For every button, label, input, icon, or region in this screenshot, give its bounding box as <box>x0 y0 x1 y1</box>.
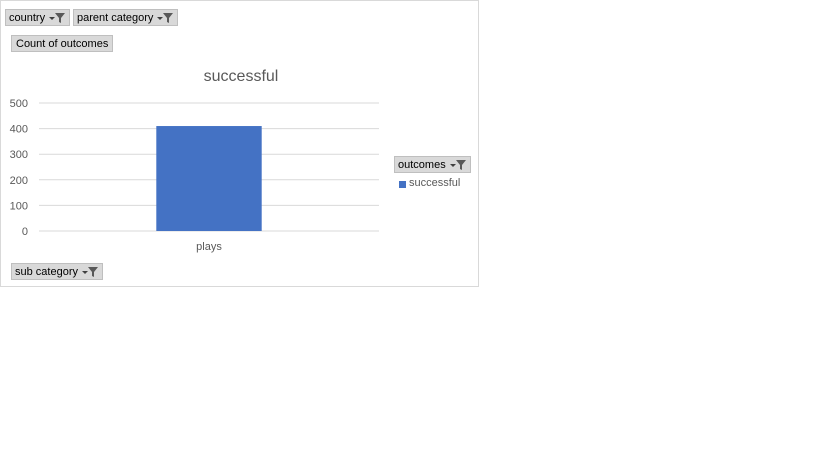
sub-category-filter-label: sub category <box>15 265 78 278</box>
y-tick-label: 0 <box>22 226 28 238</box>
sub-category-filter-button[interactable]: sub category <box>11 263 103 280</box>
x-tick-label: plays <box>196 241 222 253</box>
pivot-chart-area: country parent category Count of outcome… <box>0 0 479 287</box>
y-tick-label: 200 <box>10 175 28 187</box>
y-tick-label: 500 <box>10 98 28 110</box>
y-tick-label: 100 <box>10 200 28 212</box>
sub-category-filter-dropdown[interactable] <box>81 266 99 278</box>
y-axis-tick-labels: 0 100 200 300 400 500 <box>10 98 28 238</box>
bar-chart: successful 0 100 200 300 400 500 plays <box>10 68 379 253</box>
outcomes-filter-dropdown[interactable] <box>449 159 467 171</box>
y-tick-label: 300 <box>10 149 28 161</box>
bars <box>156 126 262 231</box>
outcomes-filter-label: outcomes <box>398 158 446 171</box>
legend-label-successful: successful <box>409 177 461 189</box>
outcomes-filter-button[interactable]: outcomes <box>394 156 471 173</box>
legend-swatch-successful <box>399 181 406 188</box>
y-tick-label: 400 <box>10 124 28 136</box>
filter-dropdown-icon <box>81 266 98 277</box>
chart-title: successful <box>204 68 279 85</box>
bar-plays-successful[interactable] <box>156 126 262 231</box>
x-axis-tick-labels: plays <box>196 241 222 253</box>
filter-dropdown-icon <box>449 159 466 170</box>
